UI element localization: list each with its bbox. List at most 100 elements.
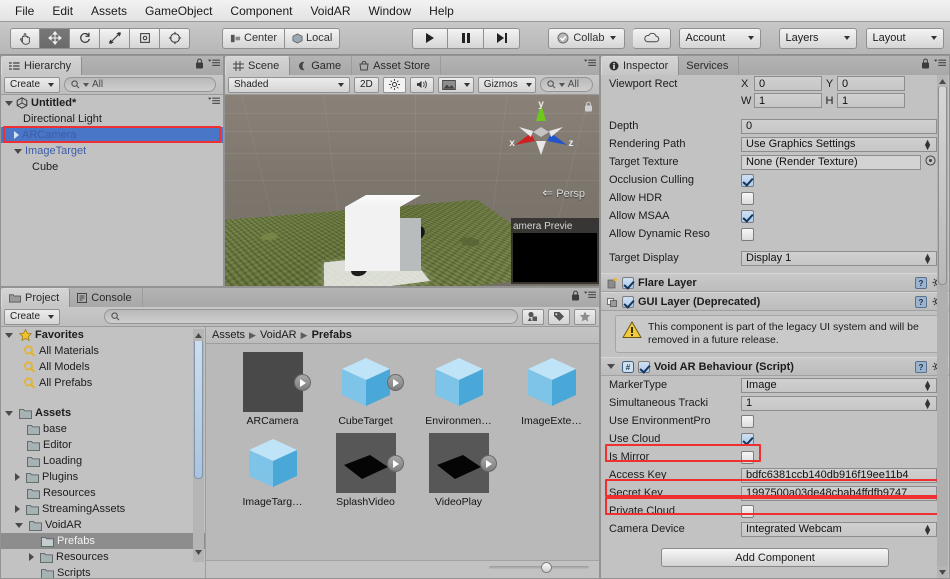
hierarchy-item-cube[interactable]: Cube <box>1 159 223 175</box>
tree-item-base[interactable]: base <box>1 421 205 437</box>
asset-item[interactable]: SplashVideo <box>319 433 412 508</box>
asset-thumbnail[interactable] <box>335 433 404 493</box>
inspector-content[interactable]: Viewport Rect X 0 Y 0 W 1 H 1 Depth 0 Re… <box>601 75 949 578</box>
is-mirror-checkbox[interactable] <box>741 450 754 464</box>
tree-item-voidar-resources[interactable]: Resources <box>1 549 205 565</box>
private-cloud-checkbox[interactable] <box>741 504 754 518</box>
allow-hdr-checkbox[interactable] <box>741 191 754 205</box>
perspective-label[interactable]: ⇐ Persp <box>542 185 585 201</box>
target-display-dropdown[interactable]: Display 1 ▲ ▼ <box>741 250 937 266</box>
object-picker-icon[interactable] <box>925 155 936 169</box>
use-cloud-checkbox[interactable] <box>741 432 754 446</box>
filter-by-type-button[interactable] <box>522 308 544 325</box>
project-asset-browser[interactable]: Assets ▶ VoidAR ▶ Prefabs ARCamera CubeT… <box>206 327 599 578</box>
lighting-toggle-button[interactable] <box>382 76 406 93</box>
tree-item-assets[interactable]: Assets <box>1 405 205 421</box>
transform-tool-button[interactable] <box>160 27 190 49</box>
tree-item-all-materials[interactable]: All Materials <box>1 343 205 359</box>
breadcrumb-voidar[interactable]: VoidAR <box>260 329 297 341</box>
scene-axis-gizmo[interactable]: y x z <box>505 99 577 167</box>
menu-edit[interactable]: Edit <box>43 1 82 21</box>
project-tree-scroll-thumb[interactable] <box>194 329 203 479</box>
tree-item-streamingassets[interactable]: StreamingAssets <box>1 501 205 517</box>
asset-item[interactable]: ImageExte… <box>505 352 598 427</box>
menu-component[interactable]: Component <box>221 1 301 21</box>
layout-dropdown[interactable]: Layout <box>865 27 944 49</box>
chevron-down-icon[interactable] <box>607 364 615 369</box>
rotate-tool-button[interactable] <box>70 27 100 49</box>
panel-menu-icon[interactable] <box>934 58 946 69</box>
tree-item-editor[interactable]: Editor <box>1 437 205 453</box>
project-tree-scrollbar[interactable] <box>193 329 204 562</box>
menu-voidar[interactable]: VoidAR <box>301 1 359 21</box>
help-icon[interactable]: ? <box>915 295 927 308</box>
panel-menu-icon[interactable] <box>584 290 596 301</box>
tab-inspector[interactable]: Inspector <box>601 56 680 75</box>
viewport-x-field[interactable]: 0 <box>754 76 822 91</box>
tree-item-favorites[interactable]: Favorites <box>1 327 205 343</box>
allow-dynamic-resolution-checkbox[interactable] <box>741 227 754 241</box>
asset-thumbnail[interactable] <box>242 352 311 412</box>
asset-thumbnail[interactable] <box>336 352 404 412</box>
play-button[interactable] <box>412 27 449 49</box>
breadcrumb-assets[interactable]: Assets <box>212 329 245 341</box>
viewport-w-field[interactable]: 1 <box>754 93 822 108</box>
project-search-input[interactable] <box>104 309 518 324</box>
marker-type-dropdown[interactable]: Image ▲ ▼ <box>741 377 937 393</box>
asset-item[interactable]: ARCamera <box>226 352 319 427</box>
simultaneous-tracking-dropdown[interactable]: 1 ▲ ▼ <box>741 395 937 411</box>
lock-icon[interactable] <box>571 290 580 301</box>
scene-lock-icon[interactable] <box>584 101 593 112</box>
pause-button[interactable] <box>448 27 485 49</box>
tree-item-prefabs[interactable]: Prefabs <box>1 533 205 549</box>
asset-thumbnail[interactable] <box>429 352 489 412</box>
scroll-down-button[interactable] <box>937 566 948 578</box>
menu-help[interactable]: Help <box>420 1 463 21</box>
hierarchy-item-directional-light[interactable]: Directional Light <box>1 111 223 127</box>
hierarchy-tree[interactable]: Untitled* Directional Light ARCamera Ima… <box>1 95 223 286</box>
tree-scroll-up-button[interactable] <box>193 329 204 341</box>
step-button[interactable] <box>484 27 521 49</box>
tree-item-plugins[interactable]: Plugins <box>1 469 205 485</box>
chevron-down-icon[interactable] <box>15 522 23 528</box>
chevron-down-icon[interactable] <box>5 332 13 338</box>
project-folder-tree[interactable]: Favorites All Materials All Models All P… <box>1 327 206 578</box>
camera-device-dropdown[interactable]: Integrated Webcam ▲ ▼ <box>741 521 937 537</box>
gizmos-dropdown[interactable]: Gizmos <box>477 76 536 93</box>
asset-item[interactable]: CubeTarget <box>319 352 412 427</box>
scale-tool-button[interactable] <box>100 27 130 49</box>
hierarchy-scene-root[interactable]: Untitled* <box>1 95 223 111</box>
menu-gameobject[interactable]: GameObject <box>136 1 221 21</box>
tab-game[interactable]: Game <box>290 56 353 75</box>
layers-dropdown[interactable]: Layers <box>778 27 857 49</box>
panel-menu-icon[interactable] <box>208 58 220 69</box>
asset-item[interactable]: Environmen… <box>412 352 505 427</box>
tab-services[interactable]: Services <box>679 56 740 75</box>
hand-tool-button[interactable] <box>10 27 40 49</box>
chevron-right-icon[interactable] <box>29 553 34 561</box>
account-dropdown[interactable]: Account <box>678 27 761 49</box>
gui-layer-header[interactable]: GUI Layer (Deprecated) ? <box>601 292 949 311</box>
cloud-button[interactable] <box>632 27 671 49</box>
help-icon[interactable]: ? <box>915 276 927 289</box>
access-key-field[interactable]: bdfc6381ccb140db916f19ee11b4 <box>741 467 937 483</box>
scene-menu-icon[interactable] <box>208 96 220 107</box>
viewport-h-field[interactable]: 1 <box>837 93 905 108</box>
flare-layer-checkbox[interactable] <box>622 276 634 289</box>
secret-key-field[interactable]: 1997500a03de48cbab4ffdfb9747 <box>741 485 937 501</box>
asset-thumbnail[interactable] <box>243 433 303 493</box>
gui-layer-checkbox[interactable] <box>622 295 634 308</box>
flare-layer-header[interactable]: Flare Layer ? <box>601 273 949 292</box>
occlusion-culling-checkbox[interactable] <box>741 173 754 187</box>
tree-item-all-models[interactable]: All Models <box>1 359 205 375</box>
allow-msaa-checkbox[interactable] <box>741 209 754 223</box>
asset-item[interactable]: ImageTarg… <box>226 433 319 508</box>
tree-scroll-down-button[interactable] <box>193 546 204 558</box>
chevron-down-icon[interactable] <box>5 410 13 416</box>
shading-mode-dropdown[interactable]: Shaded <box>228 76 350 93</box>
tree-item-loading[interactable]: Loading <box>1 453 205 469</box>
chevron-right-icon[interactable] <box>14 131 19 139</box>
move-tool-button[interactable] <box>40 27 70 49</box>
depth-field[interactable]: 0 <box>741 118 937 134</box>
void-ar-checkbox[interactable] <box>638 360 650 373</box>
